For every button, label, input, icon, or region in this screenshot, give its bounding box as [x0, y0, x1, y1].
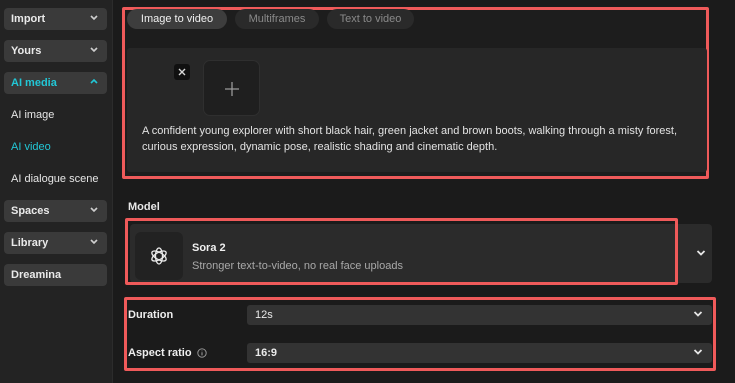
aspect-ratio-value: 16:9: [255, 347, 278, 359]
duration-value: 12s: [255, 309, 273, 321]
sidebar-item-label: Yours: [11, 45, 42, 57]
aspect-ratio-label: Aspect ratio: [128, 347, 207, 359]
duration-label-text: Duration: [128, 309, 174, 321]
add-image-button[interactable]: [203, 60, 260, 116]
prompt-text[interactable]: A confident young explorer with short bl…: [142, 123, 702, 155]
chevron-down-icon: [693, 311, 703, 317]
close-icon: [178, 68, 186, 76]
openai-knot-icon: [151, 247, 167, 265]
sidebar-item-label: Library: [11, 237, 49, 249]
duration-label: Duration: [128, 309, 173, 321]
sidebar-subitem-ai-image[interactable]: AI image: [11, 109, 54, 121]
sidebar-item-label: Import: [11, 13, 46, 25]
chevron-down-icon: [90, 239, 98, 245]
sidebar-item-library[interactable]: Library: [4, 232, 107, 254]
model-section-label: Model: [128, 201, 160, 213]
sidebar: Import Yours AI media AI image AI video …: [0, 0, 113, 383]
chevron-down-icon[interactable]: [696, 249, 706, 257]
chevron-down-icon: [90, 207, 98, 213]
sidebar-subitem-ai-video[interactable]: AI video: [11, 141, 51, 153]
model-name: Sora 2: [192, 242, 226, 254]
sidebar-item-yours[interactable]: Yours: [4, 40, 107, 62]
sidebar-item-label: AI media: [11, 77, 57, 89]
plus-icon: [225, 82, 239, 96]
sidebar-item-ai-media[interactable]: AI media: [4, 72, 107, 94]
sidebar-item-label: Spaces: [11, 205, 50, 217]
chevron-down-icon: [693, 349, 703, 355]
aspect-ratio-select[interactable]: 16:9: [247, 343, 712, 363]
aspect-ratio-label-text: Aspect ratio: [128, 347, 192, 359]
model-description: Stronger text-to-video, no real face upl…: [192, 260, 403, 272]
tab-text-to-video[interactable]: Text to video: [327, 9, 414, 29]
openai-logo-icon: [135, 232, 183, 280]
chevron-down-icon: [90, 47, 98, 53]
chevron-up-icon: [90, 78, 98, 84]
duration-select[interactable]: 12s: [247, 305, 712, 325]
sidebar-item-dreamina[interactable]: Dreamina: [4, 264, 107, 286]
chevron-down-icon: [90, 15, 98, 21]
info-icon[interactable]: [196, 348, 207, 358]
sidebar-subitem-ai-dialogue-scene[interactable]: AI dialogue scene: [11, 173, 98, 185]
tab-image-to-video[interactable]: Image to video: [127, 9, 227, 29]
remove-image-button[interactable]: [174, 64, 190, 80]
sidebar-item-import[interactable]: Import: [4, 8, 107, 30]
sidebar-item-spaces[interactable]: Spaces: [4, 200, 107, 222]
sidebar-item-label: Dreamina: [11, 269, 62, 281]
tab-multiframes[interactable]: Multiframes: [235, 9, 319, 29]
